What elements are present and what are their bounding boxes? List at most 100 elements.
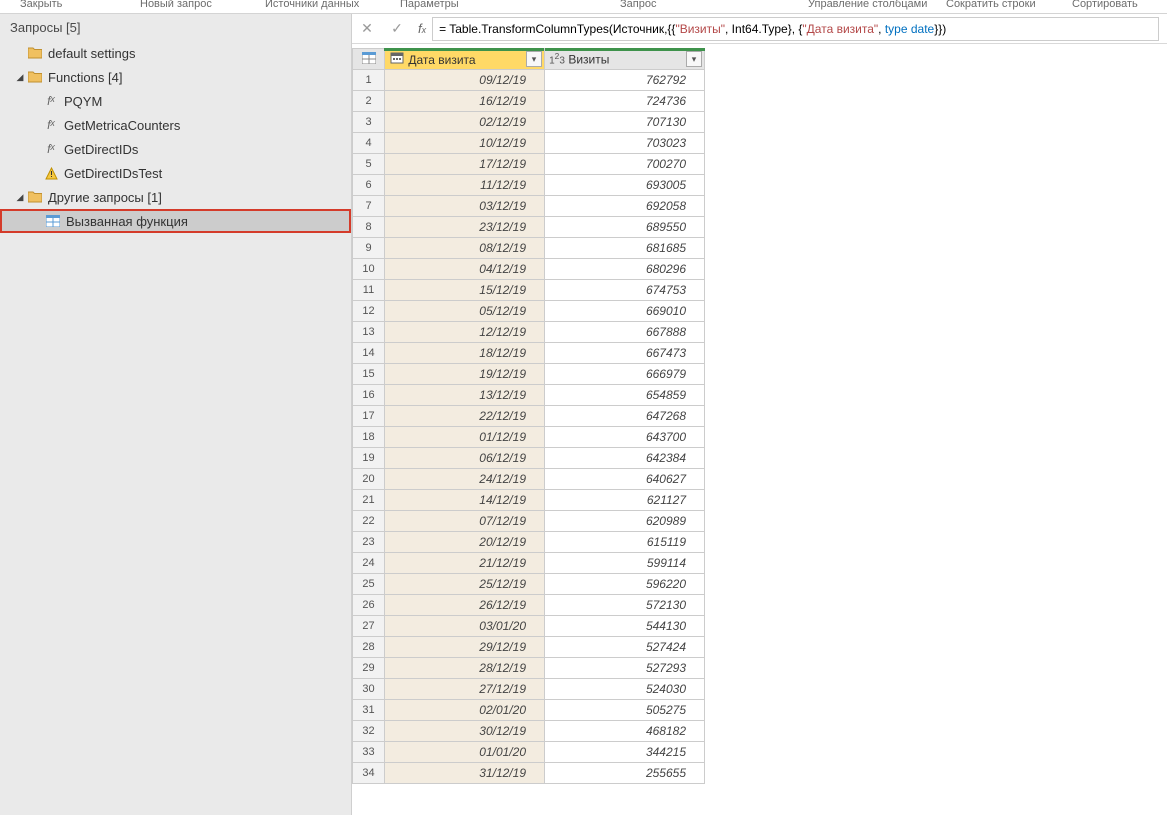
table-row[interactable]: 3301/01/20344215 [353, 742, 705, 763]
cell-visits[interactable]: 620989 [545, 511, 705, 532]
cell-visits[interactable]: 762792 [545, 70, 705, 91]
table-row[interactable]: 1312/12/19667888 [353, 322, 705, 343]
row-number[interactable]: 34 [353, 763, 385, 784]
cell-date[interactable]: 06/12/19 [385, 448, 545, 469]
cell-date[interactable]: 03/12/19 [385, 196, 545, 217]
cell-visits[interactable]: 621127 [545, 490, 705, 511]
cell-date[interactable]: 03/01/20 [385, 616, 545, 637]
cell-visits[interactable]: 544130 [545, 616, 705, 637]
table-row[interactable]: 1418/12/19667473 [353, 343, 705, 364]
cell-date[interactable]: 25/12/19 [385, 574, 545, 595]
cell-visits[interactable]: 505275 [545, 700, 705, 721]
cell-visits[interactable]: 527293 [545, 658, 705, 679]
row-number[interactable]: 16 [353, 385, 385, 406]
cell-visits[interactable]: 596220 [545, 574, 705, 595]
commit-formula-button[interactable]: ✓ [382, 14, 412, 44]
row-number[interactable]: 31 [353, 700, 385, 721]
table-row[interactable]: 3102/01/20505275 [353, 700, 705, 721]
cell-date[interactable]: 16/12/19 [385, 91, 545, 112]
tree-item[interactable]: fxGetMetricaCounters [0, 113, 351, 137]
table-row[interactable]: 3027/12/19524030 [353, 679, 705, 700]
column-filter-button[interactable]: ▾ [526, 51, 542, 67]
cell-visits[interactable]: 689550 [545, 217, 705, 238]
cell-date[interactable]: 22/12/19 [385, 406, 545, 427]
table-row[interactable]: 1115/12/19674753 [353, 280, 705, 301]
table-row[interactable]: 302/12/19707130 [353, 112, 705, 133]
cell-visits[interactable]: 703023 [545, 133, 705, 154]
row-number[interactable]: 6 [353, 175, 385, 196]
row-number[interactable]: 14 [353, 343, 385, 364]
table-row[interactable]: 2024/12/19640627 [353, 469, 705, 490]
row-number[interactable]: 28 [353, 637, 385, 658]
row-number[interactable]: 30 [353, 679, 385, 700]
row-number[interactable]: 22 [353, 511, 385, 532]
cell-date[interactable]: 08/12/19 [385, 238, 545, 259]
cell-visits[interactable]: 707130 [545, 112, 705, 133]
row-number[interactable]: 5 [353, 154, 385, 175]
column-header-date[interactable]: Дата визита ▾ [385, 49, 545, 70]
expander-icon[interactable]: ◢ [14, 192, 26, 203]
cell-visits[interactable]: 693005 [545, 175, 705, 196]
row-number[interactable]: 13 [353, 322, 385, 343]
table-row[interactable]: 2626/12/19572130 [353, 595, 705, 616]
cell-visits[interactable]: 615119 [545, 532, 705, 553]
cell-date[interactable]: 07/12/19 [385, 511, 545, 532]
row-number[interactable]: 12 [353, 301, 385, 322]
cell-visits[interactable]: 572130 [545, 595, 705, 616]
cell-visits[interactable]: 667473 [545, 343, 705, 364]
cell-date[interactable]: 13/12/19 [385, 385, 545, 406]
row-number[interactable]: 4 [353, 133, 385, 154]
table-row[interactable]: 1613/12/19654859 [353, 385, 705, 406]
cell-date[interactable]: 20/12/19 [385, 532, 545, 553]
table-row[interactable]: 216/12/19724736 [353, 91, 705, 112]
cell-date[interactable]: 01/01/20 [385, 742, 545, 763]
row-number[interactable]: 32 [353, 721, 385, 742]
row-number[interactable]: 27 [353, 616, 385, 637]
cell-date[interactable]: 02/01/20 [385, 700, 545, 721]
cell-visits[interactable]: 674753 [545, 280, 705, 301]
row-number[interactable]: 8 [353, 217, 385, 238]
table-row[interactable]: 2928/12/19527293 [353, 658, 705, 679]
table-row[interactable]: 1801/12/19643700 [353, 427, 705, 448]
cell-visits[interactable]: 654859 [545, 385, 705, 406]
tree-item[interactable]: fxGetDirectIDs [0, 137, 351, 161]
table-row[interactable]: 109/12/19762792 [353, 70, 705, 91]
cell-date[interactable]: 21/12/19 [385, 553, 545, 574]
cell-date[interactable]: 10/12/19 [385, 133, 545, 154]
table-row[interactable]: 908/12/19681685 [353, 238, 705, 259]
cell-visits[interactable]: 599114 [545, 553, 705, 574]
table-row[interactable]: 2207/12/19620989 [353, 511, 705, 532]
cell-date[interactable]: 11/12/19 [385, 175, 545, 196]
row-number[interactable]: 24 [353, 553, 385, 574]
table-row[interactable]: 2320/12/19615119 [353, 532, 705, 553]
cell-date[interactable]: 28/12/19 [385, 658, 545, 679]
cell-date[interactable]: 05/12/19 [385, 301, 545, 322]
cell-visits[interactable]: 700270 [545, 154, 705, 175]
cell-date[interactable]: 15/12/19 [385, 280, 545, 301]
table-row[interactable]: 1205/12/19669010 [353, 301, 705, 322]
cell-visits[interactable]: 255655 [545, 763, 705, 784]
cell-date[interactable]: 24/12/19 [385, 469, 545, 490]
row-number[interactable]: 23 [353, 532, 385, 553]
row-number[interactable]: 33 [353, 742, 385, 763]
tree-item[interactable]: GetDirectIDsTest [0, 161, 351, 185]
table-row[interactable]: 2421/12/19599114 [353, 553, 705, 574]
cell-date[interactable]: 19/12/19 [385, 364, 545, 385]
cell-visits[interactable]: 669010 [545, 301, 705, 322]
cell-date[interactable]: 26/12/19 [385, 595, 545, 616]
table-row[interactable]: 823/12/19689550 [353, 217, 705, 238]
table-row[interactable]: 3431/12/19255655 [353, 763, 705, 784]
cell-date[interactable]: 12/12/19 [385, 322, 545, 343]
expander-icon[interactable]: ◢ [14, 72, 26, 83]
table-row[interactable]: 2114/12/19621127 [353, 490, 705, 511]
table-corner[interactable] [353, 49, 385, 70]
table-row[interactable]: 1519/12/19666979 [353, 364, 705, 385]
cell-visits[interactable]: 680296 [545, 259, 705, 280]
row-number[interactable]: 7 [353, 196, 385, 217]
data-grid[interactable]: Дата визита ▾ 123 Визиты ▾ 109/12/197627… [352, 48, 705, 784]
cell-date[interactable]: 09/12/19 [385, 70, 545, 91]
row-number[interactable]: 21 [353, 490, 385, 511]
row-number[interactable]: 15 [353, 364, 385, 385]
row-number[interactable]: 17 [353, 406, 385, 427]
cell-visits[interactable]: 666979 [545, 364, 705, 385]
